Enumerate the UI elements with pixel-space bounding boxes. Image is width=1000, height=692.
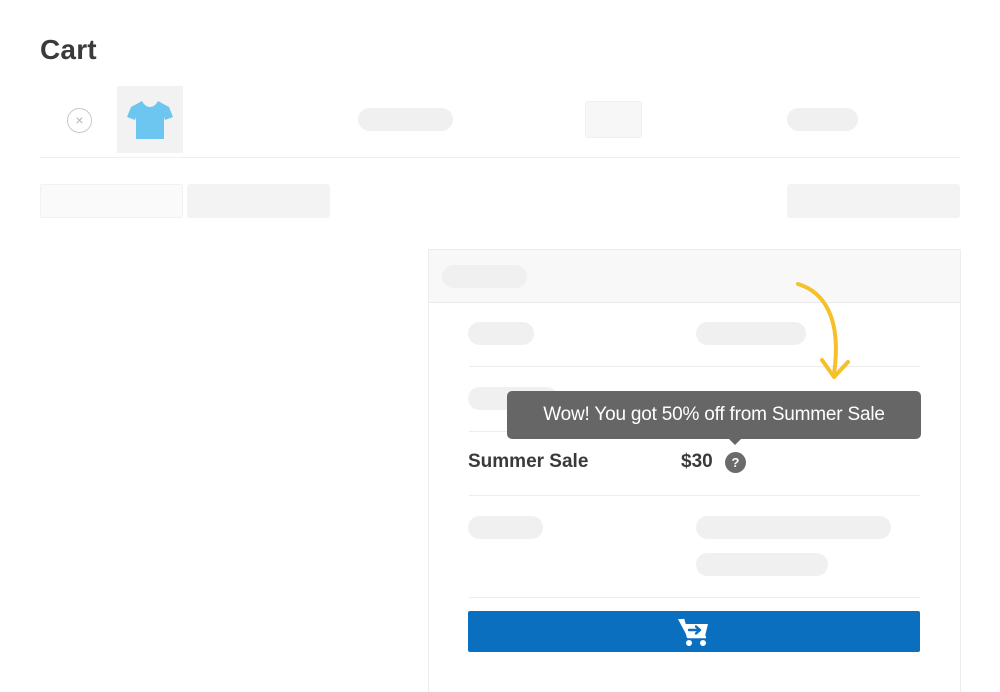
tshirt-icon xyxy=(127,101,173,139)
cart-totals-header xyxy=(429,250,960,303)
checkout-button[interactable] xyxy=(468,611,920,652)
discount-tooltip: Wow! You got 50% off from Summer Sale xyxy=(507,391,921,439)
page-title: Cart xyxy=(40,34,97,65)
product-name-placeholder xyxy=(358,108,453,131)
total-note-placeholder xyxy=(696,553,828,576)
total-value-placeholder xyxy=(696,516,891,539)
total-label-placeholder xyxy=(468,516,543,539)
apply-coupon-button[interactable] xyxy=(187,184,330,218)
subtotal-placeholder xyxy=(787,108,858,131)
product-thumbnail[interactable] xyxy=(117,86,183,153)
cart-totals-title-placeholder xyxy=(442,265,527,288)
subtotal-label-placeholder xyxy=(468,322,534,345)
totals-divider xyxy=(469,495,920,496)
row-divider xyxy=(40,157,960,158)
quantity-input-placeholder[interactable] xyxy=(585,101,642,138)
remove-item-button[interactable]: × xyxy=(67,108,92,133)
cart-arrow-icon xyxy=(678,618,708,646)
totals-divider xyxy=(469,597,920,598)
update-cart-button[interactable] xyxy=(787,184,960,218)
tooltip-pointer xyxy=(728,438,742,445)
coupon-input[interactable] xyxy=(40,184,183,218)
discount-value: $30 xyxy=(681,451,713,472)
discount-label: Summer Sale xyxy=(468,451,589,472)
annotation-arrow-icon xyxy=(796,282,850,379)
help-icon[interactable]: ? xyxy=(725,452,746,473)
